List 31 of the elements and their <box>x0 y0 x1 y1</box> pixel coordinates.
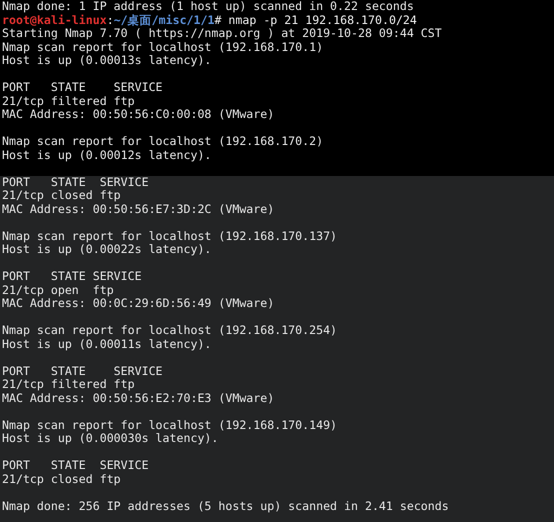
terminal-line: PORT STATE SERVICE <box>2 81 163 94</box>
terminal-line: Nmap done: 256 IP addresses (5 hosts up) scanned in 2.41 seconds <box>2 500 449 513</box>
terminal-line: PORT STATE SERVICE <box>2 459 149 472</box>
terminal-line: 21/tcp closed ftp <box>2 189 121 202</box>
terminal-line: Nmap done: 1 IP address (1 host up) scanned in 0.22 seconds <box>2 0 414 14</box>
terminal-line: PORT STATE SERVICE <box>2 364 163 378</box>
terminal-line: 21/tcp open ftp <box>2 284 114 297</box>
terminal-line: MAC Address: 00:50:56:C0:00:08 (VMware) <box>2 108 274 122</box>
terminal-line: Host is up (0.00022s latency). <box>2 243 212 256</box>
terminal-line: Nmap scan report for localhost (192.168.170.2) <box>2 135 324 148</box>
terminal-line: Nmap scan report for localhost (192.168.170.254) <box>2 324 338 338</box>
terminal-line: 21/tcp closed ftp <box>2 472 121 486</box>
terminal-line: PORT STATE SERVICE <box>2 176 149 189</box>
terminal-line: MAC Address: 00:50:56:E2:70:E3 (VMware) <box>2 392 274 405</box>
terminal-line: 21/tcp filtered ftp <box>2 94 135 108</box>
terminal-line: Nmap scan report for localhost (192.168.170.137) <box>2 230 338 243</box>
terminal-line: PORT STATE SERVICE <box>2 270 142 284</box>
path-text: ~/桌面/misc/1/1 <box>114 14 214 27</box>
terminal-line: MAC Address: 00:50:56:E7:3D:2C (VMware) <box>2 202 274 216</box>
terminal-line: Nmap scan report for localhost (192.168.170.1) <box>2 40 324 54</box>
user-name: root@kali-linux <box>2 14 107 27</box>
command-text: # nmap -p 21 192.168.170.0/24 <box>214 14 417 27</box>
terminal-line: Starting Nmap 7.70 ( https://nmap.org ) at 2019-10-28 09:44 CST <box>2 27 442 40</box>
separator-text: : <box>106 14 114 27</box>
terminal-line: Host is up (0.00013s latency). <box>2 54 212 68</box>
terminal-line: 21/tcp filtered ftp <box>2 378 135 392</box>
terminal-line: Host is up (0.00011s latency). <box>2 338 212 351</box>
terminal-line: Host is up (0.000030s latency). <box>2 432 218 446</box>
terminal-line: Nmap scan report for localhost (192.168.170.149) <box>2 418 338 432</box>
terminal-line: MAC Address: 00:0C:29:6D:56:49 (VMware) <box>2 297 274 310</box>
terminal-line: Host is up (0.00012s latency). <box>2 148 212 162</box>
